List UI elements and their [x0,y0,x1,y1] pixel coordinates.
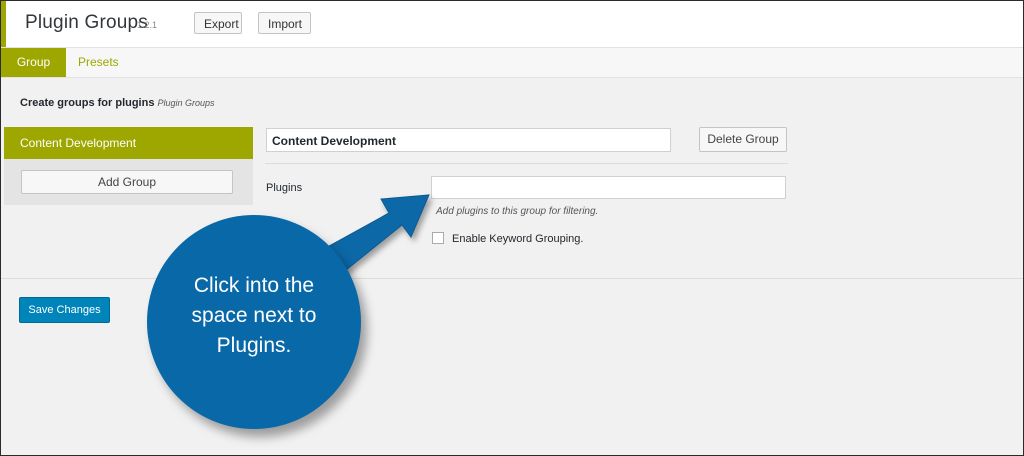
callout-line: Plugins. [216,334,292,357]
page-description: Create groups for plugins Plugin Groups [20,97,215,109]
group-sidebar: Content Development Add Group [4,127,253,205]
app-title: Plugin Groups [25,12,149,33]
import-button[interactable]: Import [258,12,311,34]
callout-line: space next to [191,304,317,327]
tab-bar: Group Presets [1,48,1023,78]
description-subtext: Plugin Groups [157,98,215,108]
sidebar-item-content-development[interactable]: Content Development [4,127,253,159]
delete-group-button[interactable]: Delete Group [699,127,787,152]
form-divider [265,163,788,164]
export-button[interactable]: Export [194,12,242,34]
keyword-grouping-label: Enable Keyword Grouping. [452,233,584,245]
description-text: Create groups for plugins [20,97,155,109]
keyword-grouping-checkbox[interactable] [432,232,444,244]
tab-group[interactable]: Group [1,48,66,77]
save-changes-button[interactable]: Save Changes [19,297,110,323]
callout-line: Click into the [193,274,315,297]
add-group-button[interactable]: Add Group [21,170,233,194]
header-accent-bar [1,1,6,47]
header-bar: Plugin Groups 1.2.1 Export Import [1,1,1023,48]
plugins-input[interactable] [431,176,786,199]
app-version: 1.2.1 [137,20,158,30]
app-window: Plugin Groups 1.2.1 Export Import Group … [0,0,1024,456]
tab-presets[interactable]: Presets [78,48,119,77]
group-name-input[interactable]: Content Development [266,128,671,152]
plugins-hint: Add plugins to this group for filtering. [436,206,599,217]
callout-text: Click into the space next to Plugins. [147,271,361,361]
plugins-label: Plugins [266,182,303,194]
